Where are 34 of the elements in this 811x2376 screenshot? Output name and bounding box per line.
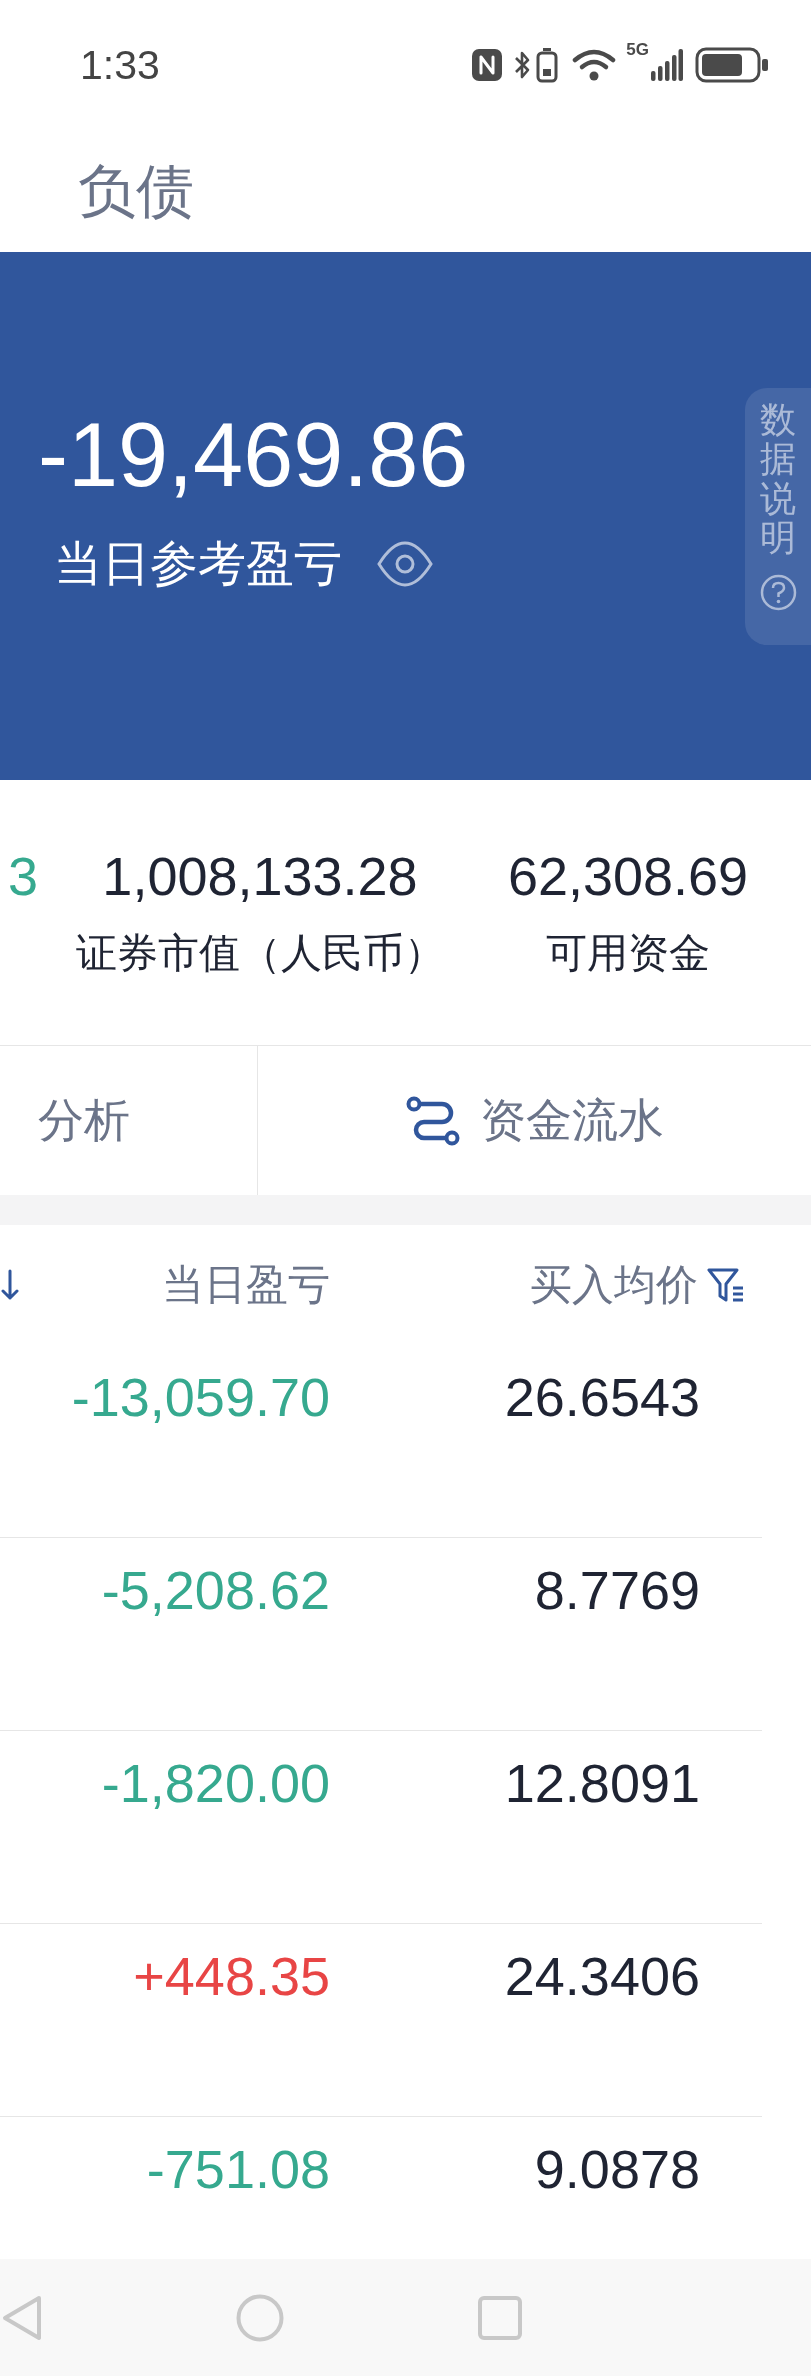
table-cell-text: -751.08 — [146, 2138, 330, 2201]
signal-icon — [651, 49, 683, 81]
stat-value: 62,308.69 — [507, 845, 749, 908]
stat-label: 证券市值（人民币） — [75, 928, 445, 978]
daily-profit-loss-label: 当日参考盈亏 — [54, 535, 342, 592]
data-note-tab[interactable]: 数据说明 — [745, 387, 811, 645]
table-cell-text: 9.0878 — [534, 2138, 700, 2201]
table-cell-text: -1,820.00 — [101, 1752, 330, 1815]
wifi-icon — [572, 48, 617, 82]
filter-icon[interactable] — [707, 1266, 745, 1304]
table-cell-text: 26.6543 — [504, 1366, 700, 1429]
stat-value: 1,008,133.28 — [102, 845, 418, 908]
device-battery-icon — [536, 47, 559, 83]
column-header[interactable]: 当日盈亏 — [162, 1259, 330, 1311]
table-cell-text: -5,208.62 — [101, 1559, 330, 1622]
table-cell-text: +448.35 — [133, 1945, 330, 2008]
help-icon — [759, 573, 797, 611]
status-time: 1:33 — [80, 44, 160, 86]
stat-label: 可用资金 — [546, 928, 710, 978]
route-icon — [405, 1095, 462, 1146]
bluetooth-icon — [514, 50, 531, 80]
table-cell-text: -13,059.70 — [71, 1366, 330, 1429]
daily-profit-loss-value: -19,469.86 — [38, 405, 469, 505]
tab[interactable]: 负债 — [78, 156, 194, 226]
battery-icon — [695, 47, 769, 83]
column-header[interactable]: 买入均价 — [530, 1259, 698, 1311]
table-cell-text: 24.3406 — [504, 1945, 700, 2008]
table-cell-text: 12.8091 — [504, 1752, 700, 1815]
table-cell-text: 8.7769 — [534, 1559, 700, 1622]
network-type-label: 5G — [626, 41, 649, 58]
stat-value: 3 — [7, 845, 38, 908]
eye-icon[interactable] — [376, 540, 434, 587]
nfc-icon — [472, 49, 503, 81]
sort-arrow-icon[interactable] — [0, 1269, 20, 1301]
